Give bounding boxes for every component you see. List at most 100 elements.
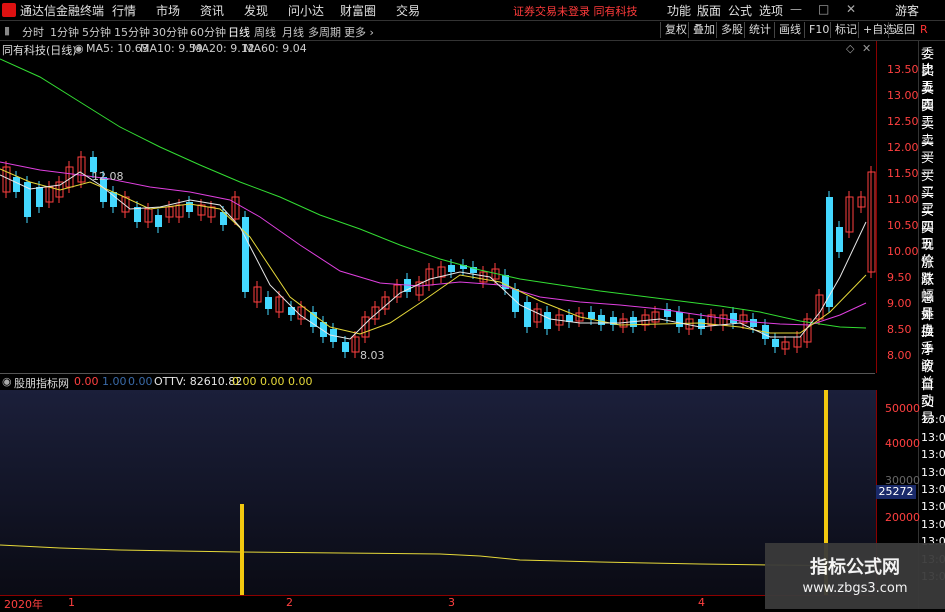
price-tick: 12.00 — [887, 141, 919, 154]
time-axis: 2020年 1 2 3 4 — [0, 595, 875, 611]
indicator-toggle-icon[interactable]: ◉ — [2, 375, 12, 388]
guest-label[interactable]: 游客 — [895, 2, 919, 19]
period-weekly[interactable]: 周线 — [254, 24, 276, 40]
candle-body — [134, 207, 141, 222]
indicator-tick: 50000 — [885, 402, 920, 415]
login-notice: 证券交易未登录 同有科技 — [513, 5, 638, 18]
side-panel-item: 13:02 — [921, 465, 945, 479]
kline-chart[interactable]: 12.08 8.03 — [0, 57, 876, 373]
price-tick: 10.00 — [887, 245, 919, 258]
menu-function[interactable]: 功能 — [667, 2, 691, 19]
candle-body — [24, 182, 31, 217]
time-label: 2020年 — [4, 598, 43, 611]
ma20-line — [0, 161, 867, 326]
side-panel-item: 13:02 — [921, 430, 945, 444]
candle-body — [342, 342, 349, 352]
candle-body — [242, 217, 249, 292]
period-15min[interactable]: 15分钟 — [114, 24, 150, 40]
maximize-icon[interactable]: □ — [818, 2, 829, 16]
menu-trade[interactable]: 交易 — [396, 2, 420, 19]
side-panel-item: 13:02 — [921, 413, 945, 427]
watermark: 指标公式网 www.zbgs3.com — [765, 543, 945, 609]
menu-options[interactable]: 选项 — [759, 2, 783, 19]
chart-settings-icon[interactable]: ◇ — [846, 42, 854, 55]
back-button[interactable]: 返回 — [888, 22, 919, 38]
indicator-value: 0.00 — [288, 375, 313, 388]
period-60min[interactable]: 60分钟 — [190, 24, 226, 40]
f10-button[interactable]: F10 — [804, 22, 833, 38]
high-label: 12.08 — [92, 170, 124, 183]
candle-body — [588, 312, 595, 319]
candle-body — [155, 215, 162, 227]
current-value-badge: 25272 — [876, 485, 916, 499]
draw-line-button[interactable]: 画线 — [774, 22, 805, 38]
indicator-value: 0.00 — [128, 375, 153, 388]
candle-body — [750, 319, 757, 327]
indicator-header: ◉ 股朋指标网 0.00 1.00 0.00 OTTV: 82610.82 0.… — [0, 373, 875, 390]
kline-layer — [2, 151, 876, 358]
menu-quotes[interactable]: 行情 — [112, 2, 136, 19]
ma60-line — [0, 58, 867, 329]
period-30min[interactable]: 30分钟 — [152, 24, 188, 40]
candle-body — [730, 313, 737, 323]
candle-body — [676, 312, 683, 327]
price-tick: 9.00 — [887, 297, 912, 310]
price-tick: 11.50 — [887, 167, 919, 180]
price-tick: 8.00 — [887, 349, 912, 362]
signal-bar — [240, 504, 244, 595]
indicator-value: 0.00 — [260, 375, 285, 388]
period-multi[interactable]: 多周期 — [308, 24, 341, 40]
period-timeshare[interactable]: 分时 — [22, 24, 44, 40]
quote-side-panel: 委比 卖五 卖四 卖三 卖二 卖一 买一 买二 买三 买四 买五 现价 涨跌 涨幅 总量 外盘 换手 净资 收益 自动… — [918, 41, 945, 609]
stock-name: 同有科技(日线) — [2, 44, 77, 57]
price-tick: 9.50 — [887, 271, 912, 284]
candle-body — [288, 307, 295, 315]
indicator-value: OTTV: 82610.82 — [154, 375, 243, 388]
watermark-url: www.zbgs3.com — [802, 581, 908, 596]
menu-news[interactable]: 资讯 — [200, 2, 224, 19]
watermark-title: 指标公式网 — [810, 557, 900, 578]
period-more[interactable]: 更多 › — [344, 24, 374, 40]
candle-body — [13, 177, 20, 192]
ma60-label: MA60: 9.04 — [244, 42, 307, 55]
minimize-icon[interactable]: — — [790, 2, 802, 16]
time-label: 4 — [698, 596, 705, 609]
ma-toggle-icon[interactable]: ◉ — [74, 42, 84, 55]
app-title: 通达信金融终端 — [20, 4, 105, 18]
price-tick: 8.50 — [887, 323, 912, 336]
candle-body — [36, 187, 43, 207]
candle-body — [544, 312, 551, 329]
period-5min[interactable]: 5分钟 — [82, 24, 111, 40]
period-1min[interactable]: 1分钟 — [50, 24, 79, 40]
candle-body — [448, 265, 455, 272]
multi-stock-button[interactable]: 多股 — [716, 22, 747, 38]
ma10-line — [0, 168, 867, 335]
period-daily[interactable]: 日线 — [228, 24, 250, 40]
adjust-button[interactable]: 复权 — [660, 22, 691, 38]
stats-button[interactable]: 统计 — [744, 22, 775, 38]
menu-discover[interactable]: 发现 — [244, 2, 268, 19]
app-logo-icon — [2, 3, 16, 17]
chart-close-icon[interactable]: ✕ — [862, 42, 871, 55]
indicator-value: 0.00 — [74, 375, 99, 388]
mark-button[interactable]: 标记 — [830, 22, 861, 38]
indicator-chart[interactable] — [0, 390, 876, 595]
overlay-button[interactable]: 叠加 — [688, 22, 719, 38]
price-tick: 13.50 — [887, 63, 919, 76]
indicator-value: 1.00 — [102, 375, 127, 388]
menu-layout[interactable]: 版面 — [697, 2, 721, 19]
period-monthly[interactable]: 月线 — [282, 24, 304, 40]
menu-wealth[interactable]: 财富圈 — [340, 2, 376, 19]
menu-formula[interactable]: 公式 — [728, 2, 752, 19]
low-label: 8.03 — [360, 349, 385, 362]
menu-ask[interactable]: 问小达 — [288, 2, 324, 19]
close-icon[interactable]: ✕ — [846, 2, 856, 16]
price-tick: 11.00 — [887, 193, 919, 206]
menu-market[interactable]: 市场 — [156, 2, 180, 19]
indicator-name[interactable]: 股朋指标网 — [14, 375, 69, 391]
candle-body — [524, 302, 531, 327]
side-panel-item: 13:02 — [921, 483, 945, 496]
time-label: 2 — [286, 596, 293, 609]
toolbar-toggle-icon[interactable]: ▮ — [4, 24, 10, 37]
r-badge: R — [920, 23, 928, 36]
